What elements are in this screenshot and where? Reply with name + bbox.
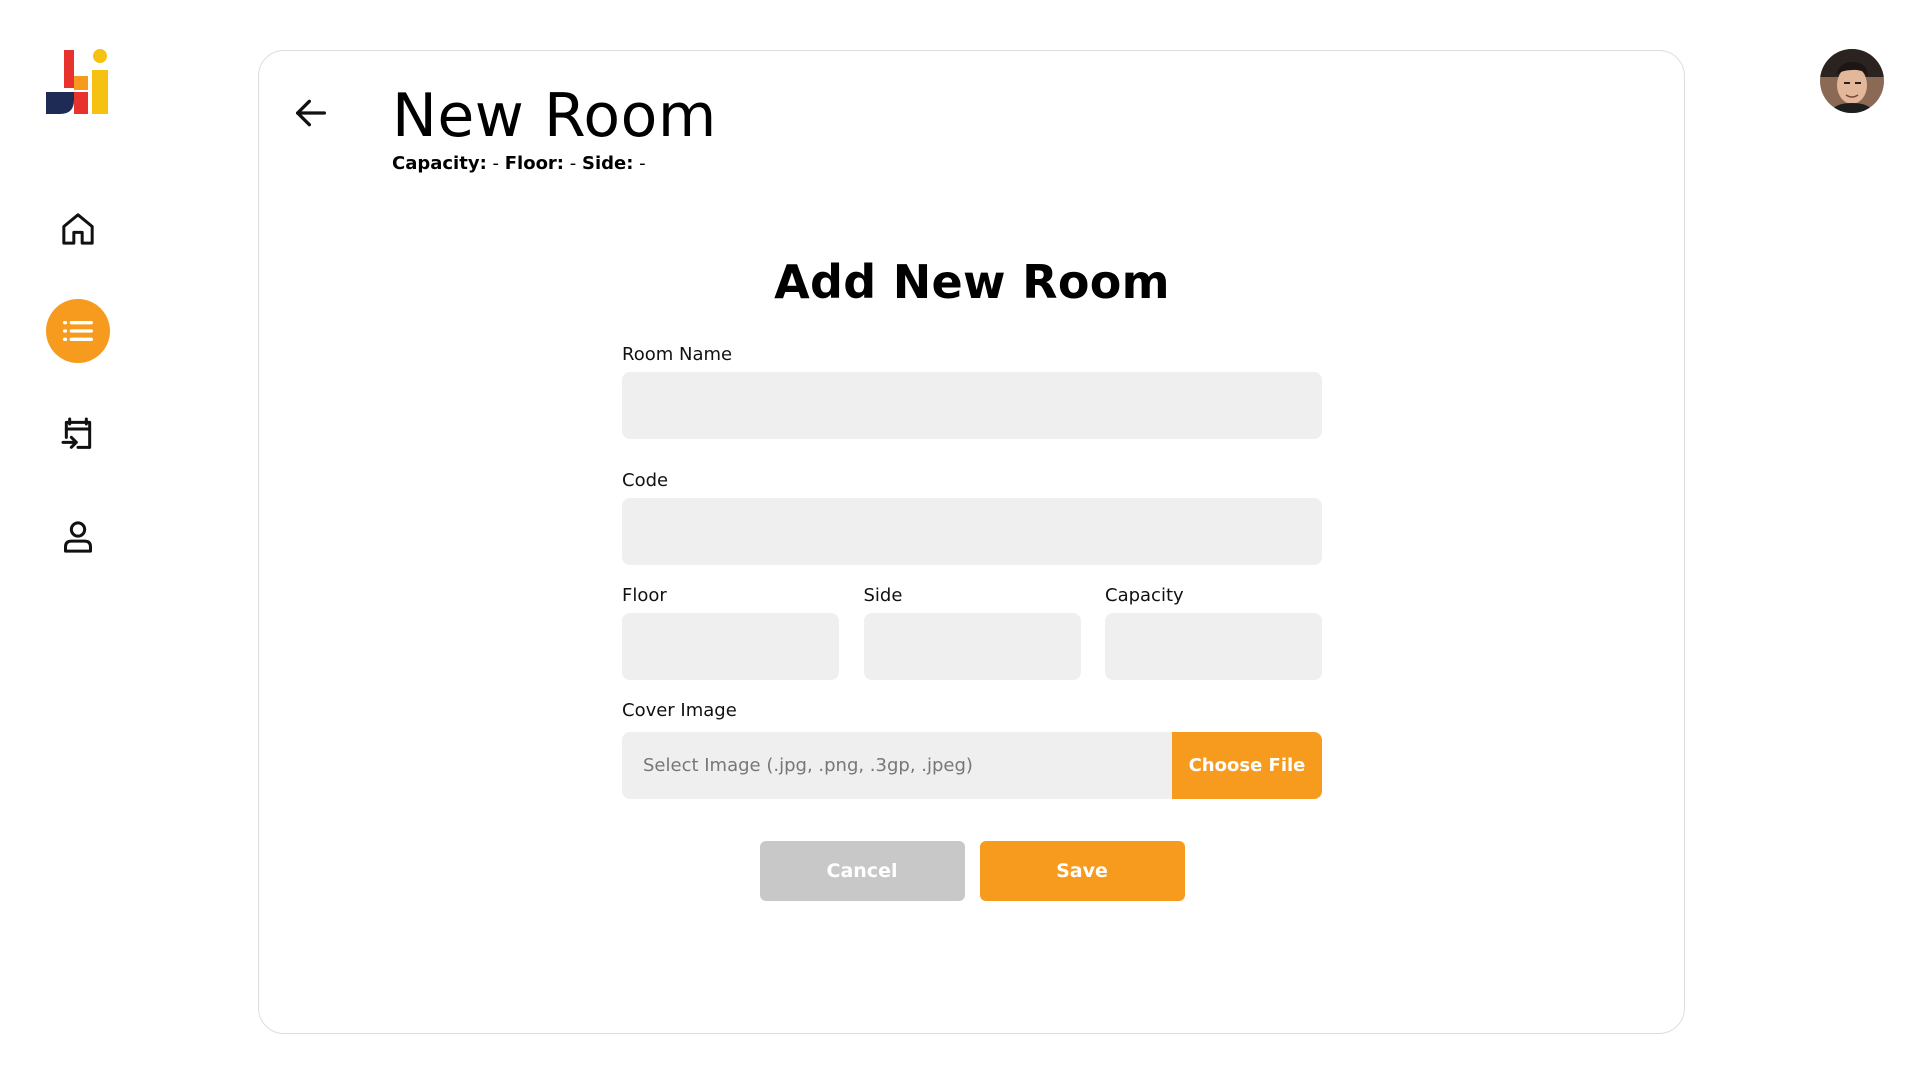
floor-label: Floor <box>622 585 667 606</box>
side-label: Side: <box>581 153 634 174</box>
main-card: New Room Capacity: - Floor: - Side: - Ad… <box>258 50 1685 1034</box>
save-button[interactable]: Save <box>979 841 1185 901</box>
back-button[interactable] <box>287 89 335 137</box>
capacity-value: - <box>492 153 500 174</box>
location-row: Floor Side Capacity <box>622 585 1322 680</box>
add-room-form: Add New Room Room Name Code Floor Side C… <box>622 246 1322 901</box>
nav-home[interactable] <box>46 197 110 261</box>
room-name-label: Room Name <box>622 344 733 365</box>
cancel-button[interactable]: Cancel <box>759 841 965 901</box>
nav-bookings[interactable] <box>46 402 110 466</box>
cover-image-input[interactable] <box>622 732 1172 799</box>
home-icon <box>62 213 94 245</box>
nav-profile[interactable] <box>46 505 110 569</box>
cover-image-label: Cover Image <box>622 700 737 721</box>
user-avatar[interactable] <box>1820 49 1884 113</box>
user-icon <box>64 521 92 553</box>
sidebar <box>0 0 155 1080</box>
arrow-left-icon <box>296 99 326 127</box>
cover-image-picker: Choose File <box>622 732 1322 799</box>
app-root: New Room Capacity: - Floor: - Side: - Ad… <box>0 0 1920 1080</box>
side-group: Side <box>863 585 1081 680</box>
form-actions: Cancel Save <box>622 841 1322 901</box>
floor-input[interactable] <box>622 613 839 680</box>
form-title: Add New Room <box>774 255 1170 309</box>
page-title: New Room <box>392 81 717 151</box>
room-name-input[interactable] <box>622 372 1322 439</box>
floor-value: - <box>569 153 577 174</box>
capacity-label: Capacity <box>1105 585 1184 606</box>
capacity-group: Capacity <box>1105 585 1322 680</box>
room-meta: Capacity: - Floor: - Side: - <box>392 153 646 174</box>
nav-list[interactable] <box>46 299 110 363</box>
side-value: - <box>639 153 646 174</box>
app-logo[interactable] <box>44 48 112 116</box>
calendar-import-icon <box>61 417 92 449</box>
side-input[interactable] <box>863 613 1081 680</box>
code-input[interactable] <box>622 498 1322 565</box>
list-icon <box>63 321 94 341</box>
capacity-input[interactable] <box>1105 613 1322 680</box>
side-label: Side <box>863 585 903 606</box>
choose-file-button[interactable]: Choose File <box>1172 732 1322 799</box>
floor-group: Floor <box>622 585 839 680</box>
code-label: Code <box>622 470 669 491</box>
floor-label: Floor: <box>504 153 565 174</box>
capacity-label: Capacity: <box>392 153 487 174</box>
